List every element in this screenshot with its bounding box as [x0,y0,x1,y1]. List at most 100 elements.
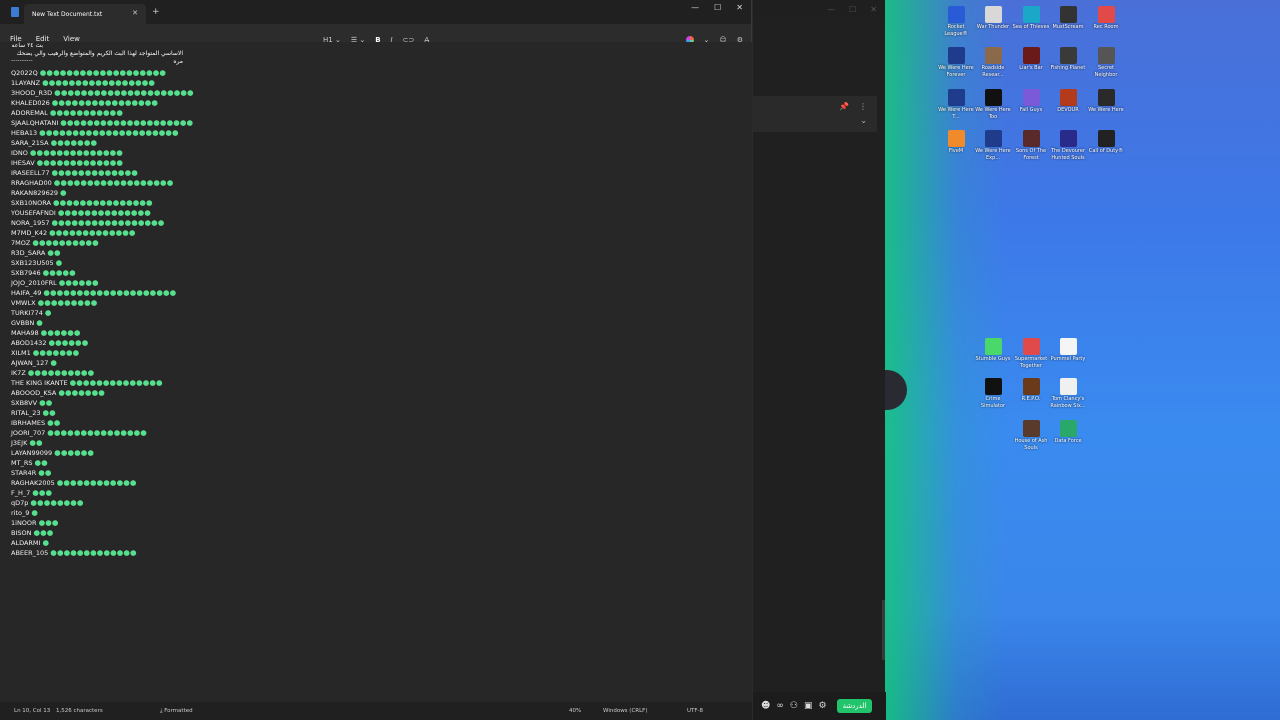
green-circle-icons: ●●●●●●●● [30,498,84,507]
desktop-shortcut[interactable]: We Were Here T... [937,89,975,121]
desktop-shortcut[interactable]: Data Force [1049,420,1087,445]
list-item: KHALED026 ●●●●●●●●●●●●●●●● [11,98,752,108]
app-icon [984,47,1002,64]
desktop-shortcut[interactable]: Pummel Party [1049,338,1087,363]
desktop-shortcut[interactable]: Sea of Thieves [1012,6,1050,31]
green-circle-icons: ●● [47,418,61,427]
close-icon[interactable]: ✕ [870,5,877,14]
green-circle-icons: ●●●●●●●●●●●●●● [69,378,163,387]
list-item: R3D_SARA ●● [11,248,752,258]
app-icon [1022,6,1040,23]
entry-name: KHALED026 [11,99,50,107]
green-circle-icons: ● [50,358,58,367]
emoji-icon[interactable]: ☻ [761,701,770,711]
list-item: HAIFA_49 ●●●●●●●●●●●●●●●●●●●● [11,288,752,298]
desktop-shortcut[interactable]: R.E.P.O. [1012,378,1050,403]
text-editor[interactable]: بث ٢٤ ساعه الاساسي المتواجد لهذا البث ال… [0,42,752,702]
format-indicator[interactable]: ⤓ Formatted [160,708,193,715]
desktop-shortcut-label: Secret Neighbor [1094,65,1118,78]
entry-name: SXB7946 [11,269,41,277]
desktop-shortcut[interactable]: Rec Room [1087,6,1125,31]
maximize-icon[interactable]: ☐ [849,5,856,14]
app-icon [947,6,965,23]
app-icon [1022,130,1040,147]
gift-icon[interactable]: ▣ [804,701,813,711]
entry-name: SARA_21SA [11,139,49,147]
desktop-shortcut[interactable]: House of Ash Souls [1012,420,1050,452]
green-circle-icons: ●●●●●●●●●●●●●●● [53,198,153,207]
desktop-shortcut[interactable]: We Were Here Exp... [974,130,1012,162]
green-circle-icons: ●●●●●●●●●●●●● [36,158,124,167]
entry-name: qD7p [11,499,29,507]
users-icon[interactable]: ⚇ [790,701,798,711]
desktop-shortcut[interactable]: DEVOUR [1049,89,1087,114]
desktop-shortcut[interactable]: We Were Here Forever [937,47,975,79]
desktop: Rocket League® War Thunder Sea of Thieves M… [885,0,1280,720]
app-icon [1059,47,1077,64]
minimize-icon[interactable]: — [691,3,699,12]
tab-document[interactable]: New Text Document.txt ✕ [24,4,146,24]
line-endings[interactable]: Windows (CRLF) [603,708,647,714]
desktop-shortcut[interactable]: Roadside Resear... [974,47,1012,79]
desktop-shortcut[interactable]: Rocket League® [937,6,975,38]
new-tab-icon[interactable]: + [152,7,160,17]
desktop-shortcut[interactable]: War Thunder [974,6,1012,31]
desktop-shortcut[interactable]: We Were Here Too [974,89,1012,121]
entry-name: GVBBN [11,319,35,327]
desktop-shortcut[interactable]: Stumble Guys [974,338,1012,363]
window-controls: — ☐ ✕ [691,3,743,12]
desktop-shortcut[interactable]: We Were Here [1087,89,1125,114]
link-icon[interactable]: ∞ [776,701,784,711]
green-circle-icons: ●●●●●●●●●●● [49,108,123,117]
encoding[interactable]: UTF-8 [687,708,703,714]
tab-close-icon[interactable]: ✕ [132,9,138,17]
entry-name: ADOREMAL [11,109,48,117]
entry-name: SXB8VV [11,399,38,407]
list-item: TURKI774 ● [11,308,752,318]
entry-name: IHESAV [11,159,35,167]
scrollbar[interactable] [882,600,885,660]
entry-name: 7MOZ [11,239,31,247]
green-circle-icons: ●●●●●●●●●●●●●●●●●● [53,178,174,187]
desktop-shortcut[interactable]: Supermarket Together [1012,338,1050,370]
desktop-shortcut[interactable]: MustScream [1049,6,1087,31]
gear-icon[interactable]: ⚙ [818,701,826,711]
entry-name: TURKI774 [11,309,43,317]
desktop-shortcut-label: Fall Guys [1019,107,1043,113]
green-circle-icons: ●●●●●●●●●●●● [56,478,137,487]
desktop-shortcut[interactable]: Tom Clancy's Rainbow Six... [1049,378,1087,410]
green-circle-icons: ●●●●●●●●●●●●● [49,228,136,237]
list-item: IK7Z ●●●●●●●●●● [11,368,752,378]
list-item: BISON ●●● [11,528,752,538]
app-icon [1097,130,1115,147]
desktop-shortcut[interactable]: Crime Simulator [974,378,1012,410]
app-icon [984,378,1002,395]
desktop-shortcut[interactable]: Fishing Planet [1049,47,1087,72]
green-circle-icons: ●●●●●●●●●●●●●●●●● [42,78,156,87]
desktop-shortcut-label: Tom Clancy's Rainbow Six... [1050,396,1086,409]
entry-name: 1LAYANZ [11,79,41,87]
desktop-shortcut[interactable]: Secret Neighbor [1087,47,1125,79]
desktop-shortcut[interactable]: Sons Of The Forest [1012,130,1050,162]
desktop-shortcut-label: FiveM [948,148,964,154]
chevron-down-icon[interactable]: ⌄ [860,116,867,125]
desktop-shortcut[interactable]: FiveM [937,130,975,155]
chat-button[interactable]: الدردشة [836,699,873,713]
green-circle-icons: ●●●●●● [54,448,95,457]
list-item: STAR4R ●● [11,468,752,478]
zoom-level[interactable]: 40% [569,708,581,714]
desktop-shortcut-label: War Thunder [976,24,1010,30]
more-options-icon[interactable]: ⋮ [859,102,867,111]
desktop-shortcut[interactable]: Call of Duty® [1087,130,1125,155]
maximize-icon[interactable]: ☐ [714,3,721,12]
desktop-shortcut[interactable]: Fall Guys [1012,89,1050,114]
pin-icon[interactable]: 📌 [839,102,849,111]
entry-name: STAR4R [11,469,37,477]
desktop-shortcut[interactable]: The Devourer Hunted Souls [1049,130,1087,162]
desktop-shortcut[interactable]: Liar's Bar [1012,47,1050,72]
close-icon[interactable]: ✕ [736,3,743,12]
list-item: 1LAYANZ ●●●●●●●●●●●●●●●●● [11,78,752,88]
minimize-icon[interactable]: — [827,5,835,14]
list-item: YOUSEFAFNDI ●●●●●●●●●●●●●● [11,208,752,218]
green-circle-icons: ●● [42,408,56,417]
